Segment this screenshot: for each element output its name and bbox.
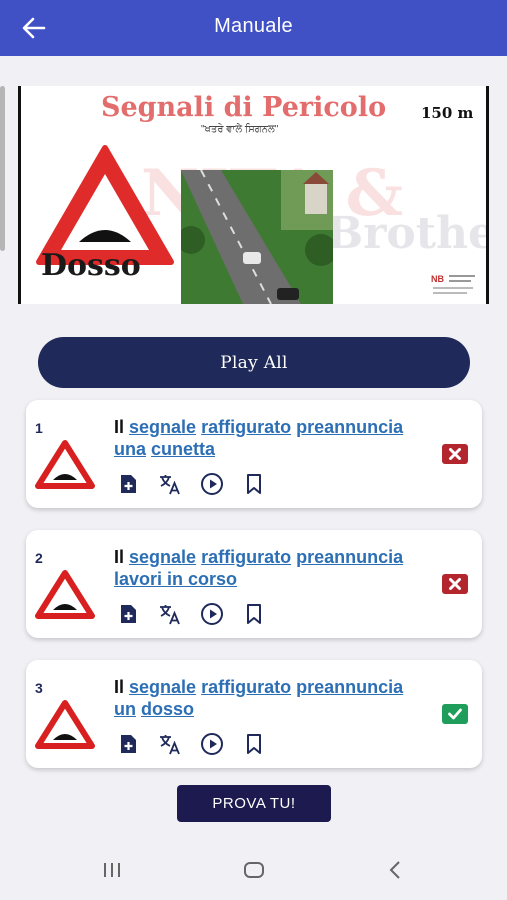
wrong-icon — [442, 574, 468, 594]
add-note-icon[interactable] — [116, 602, 140, 626]
question-text: Il segnale raffigurato preannuncia un do… — [114, 677, 404, 719]
translate-icon[interactable] — [158, 602, 182, 626]
add-note-icon[interactable] — [116, 472, 140, 496]
road-photo — [181, 170, 333, 304]
home-icon[interactable] — [240, 856, 268, 884]
try-yourself-button[interactable]: PROVA TU! — [177, 785, 331, 822]
banner-subtitle: "ਖਤਰੇ ਵਾਲੇ ਸਿਗਨਲ" — [201, 124, 279, 135]
play-all-button[interactable]: Play All — [38, 337, 470, 388]
word-link[interactable]: cunetta — [151, 439, 215, 459]
bump-sign-icon — [35, 700, 95, 749]
word-link[interactable]: un — [114, 699, 136, 719]
word-link[interactable]: raffigurato — [201, 417, 291, 437]
question-number: 1 — [35, 420, 43, 436]
question-card: 2 Il segnale raffigurato preannuncia lav… — [26, 530, 482, 638]
word-link[interactable]: preannuncia — [296, 677, 403, 697]
bump-sign-icon — [35, 440, 95, 489]
watermark-line2: Brothers — [326, 208, 486, 259]
question-text: Il segnale raffigurato preannuncia una c… — [114, 417, 404, 459]
banner-title: Segnali di Pericolo — [101, 92, 387, 123]
question-number: 3 — [35, 680, 43, 696]
bookmark-icon[interactable] — [242, 602, 266, 626]
correct-icon — [442, 704, 468, 724]
app-bar: Manuale — [0, 0, 507, 56]
question-number: 2 — [35, 550, 43, 566]
word-link[interactable]: preannuncia — [296, 547, 403, 567]
bookmark-icon[interactable] — [242, 732, 266, 756]
question-text: Il segnale raffigurato preannuncia lavor… — [114, 547, 404, 589]
question-card: 1 Il segnale raffigurato preannuncia una… — [26, 400, 482, 508]
svg-text:NB: NB — [431, 274, 444, 284]
play-circle-icon[interactable] — [200, 472, 224, 496]
page-title: Manuale — [214, 15, 293, 37]
word-link[interactable]: segnale — [129, 417, 196, 437]
word-link[interactable]: raffigurato — [201, 547, 291, 567]
word-link[interactable]: segnale — [129, 547, 196, 567]
recent-apps-icon[interactable] — [98, 856, 126, 884]
play-circle-icon[interactable] — [200, 602, 224, 626]
word-link[interactable]: una — [114, 439, 146, 459]
back-nav-icon[interactable] — [382, 856, 410, 884]
banner-image: NITA & Brothers Segnali di Pericolo 150 … — [18, 86, 489, 304]
add-note-icon[interactable] — [116, 732, 140, 756]
translate-icon[interactable] — [158, 732, 182, 756]
bookmark-icon[interactable] — [242, 472, 266, 496]
word-link[interactable]: preannuncia — [296, 417, 403, 437]
banner-distance: 150 m — [421, 104, 474, 122]
bump-sign-icon — [35, 570, 95, 619]
word-link[interactable]: lavori in corso — [114, 569, 237, 589]
system-nav-bar — [0, 840, 507, 900]
scrollbar[interactable] — [0, 86, 5, 251]
translate-icon[interactable] — [158, 472, 182, 496]
word-link[interactable]: dosso — [141, 699, 194, 719]
play-circle-icon[interactable] — [200, 732, 224, 756]
word-link[interactable]: raffigurato — [201, 677, 291, 697]
wrong-icon — [442, 444, 468, 464]
company-logo: NB — [431, 274, 475, 294]
sign-label: Dosso — [41, 248, 141, 283]
question-card: 3 Il segnale raffigurato preannuncia un … — [26, 660, 482, 768]
word-link[interactable]: segnale — [129, 677, 196, 697]
